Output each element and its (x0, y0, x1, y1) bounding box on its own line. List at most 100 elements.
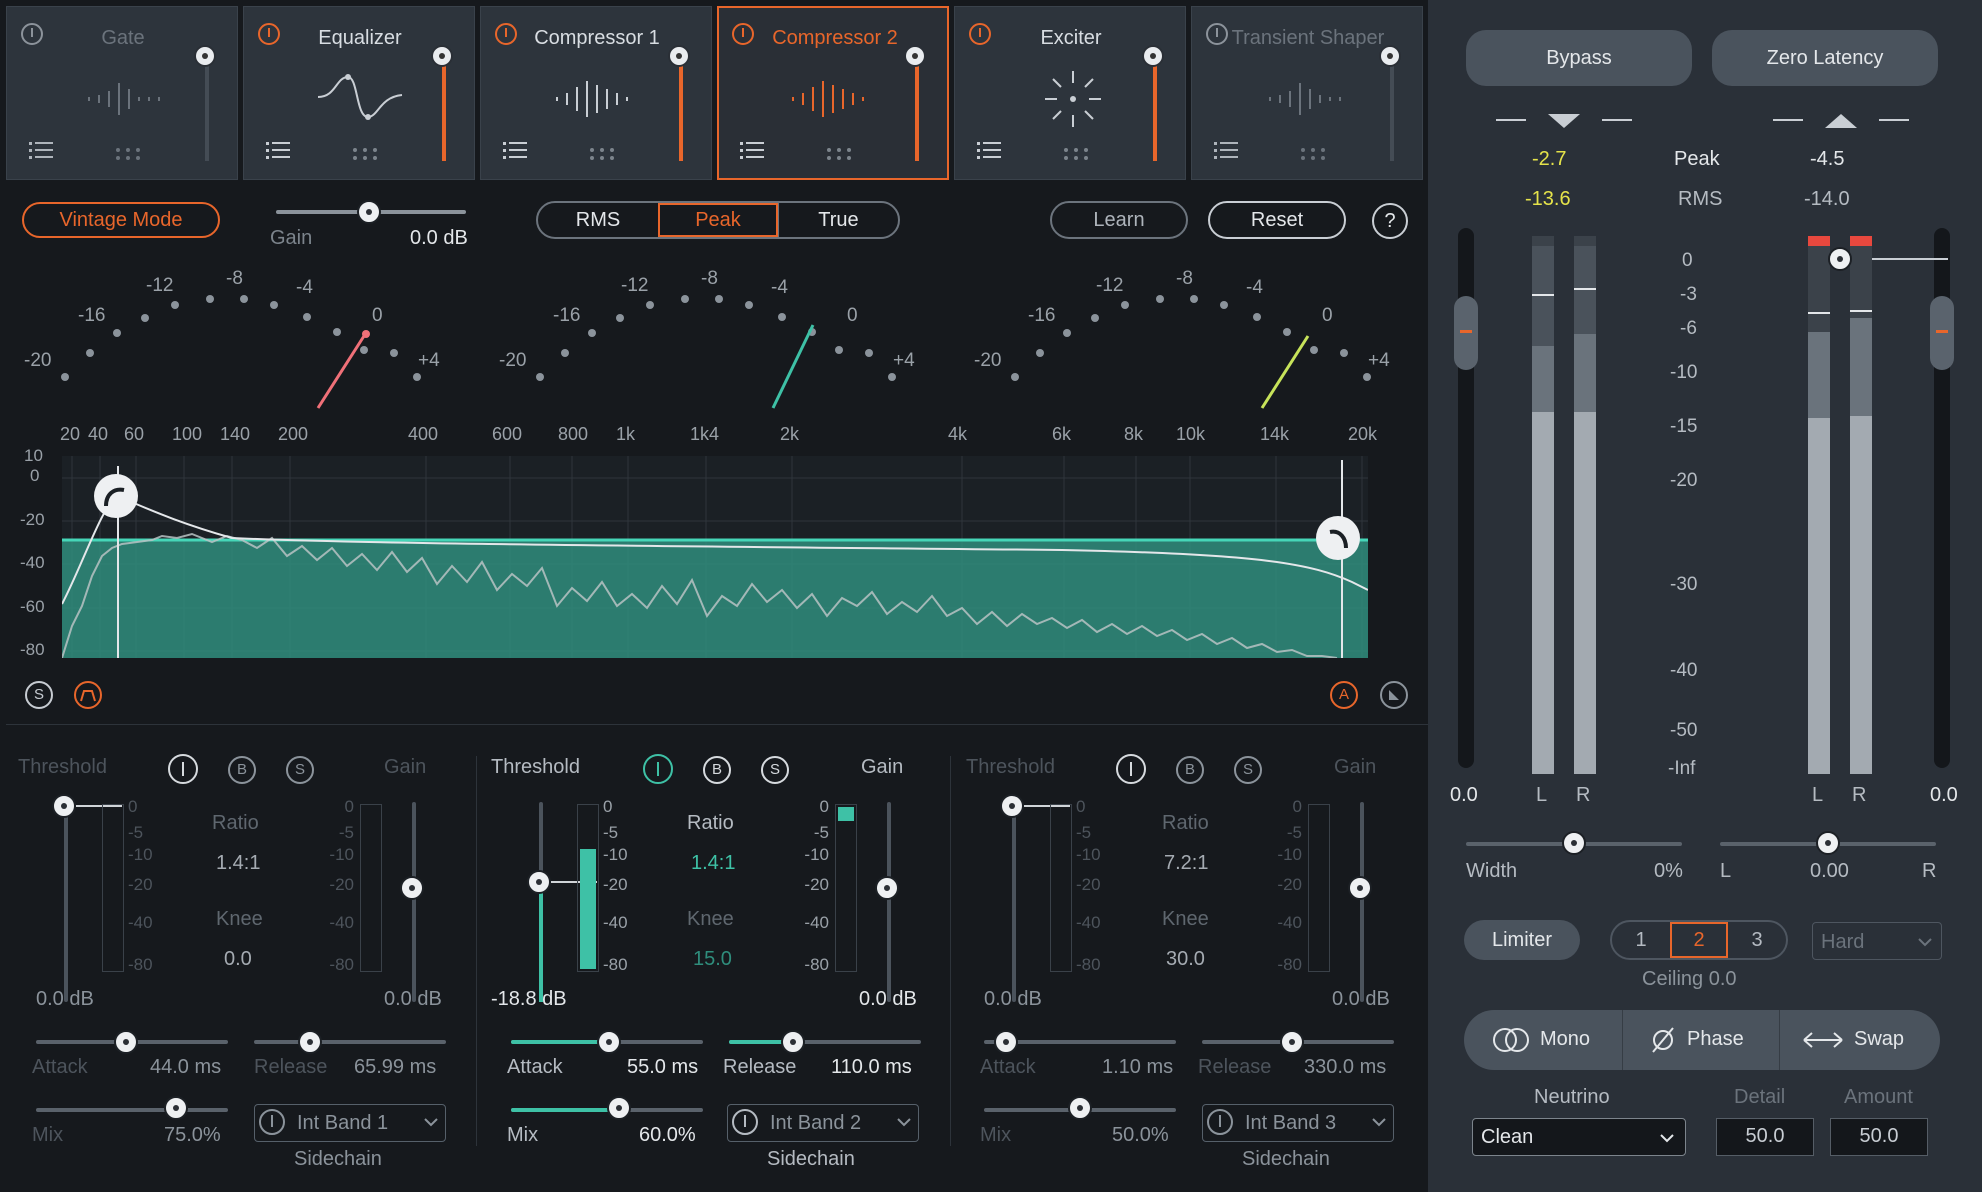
module-compressor-1[interactable]: Compressor 1 (480, 6, 712, 180)
limiter-button[interactable]: Limiter (1464, 920, 1580, 960)
makeup-gain-slider[interactable] (412, 802, 416, 1002)
band-bypass-button[interactable]: B (1176, 756, 1204, 784)
mix-knob[interactable] (1068, 1096, 1092, 1120)
learn-button[interactable]: Learn (1050, 201, 1188, 239)
threshold-knob[interactable] (527, 870, 551, 894)
threshold-slider[interactable] (64, 802, 68, 1002)
limiter-knee-dropdown[interactable]: Hard (1812, 922, 1942, 960)
ceiling-knob[interactable] (1828, 247, 1852, 271)
makeup-gain-knob[interactable] (1348, 876, 1372, 900)
module-equalizer[interactable]: Equalizer (243, 6, 475, 180)
slider-knob[interactable] (194, 45, 216, 67)
swap-button[interactable]: Swap (1780, 1010, 1940, 1070)
release-knob[interactable] (1280, 1030, 1304, 1054)
input-gain-handle[interactable] (1454, 296, 1478, 370)
band-bypass-button[interactable]: B (703, 756, 731, 784)
true-peak-button[interactable]: True (778, 203, 898, 237)
help-button[interactable]: ? (1372, 203, 1408, 239)
release-knob[interactable] (781, 1030, 805, 1054)
vintage-mode-button[interactable]: Vintage Mode (22, 202, 220, 238)
threshold-knob[interactable] (1000, 794, 1024, 818)
output-gain-fader[interactable] (1930, 228, 1954, 768)
mix-knob[interactable] (607, 1096, 631, 1120)
slider-knob[interactable] (1142, 45, 1164, 67)
spectrum-settings-icon[interactable] (1380, 681, 1408, 709)
drag-handle-icon[interactable] (589, 147, 619, 161)
mono-button[interactable]: Mono (1464, 1010, 1623, 1070)
band-power-icon[interactable] (643, 754, 673, 784)
auto-button[interactable]: A (1330, 681, 1358, 709)
input-gain-fader[interactable] (1454, 228, 1478, 768)
attack-knob[interactable] (597, 1030, 621, 1054)
phase-button[interactable]: Phase (1623, 1010, 1780, 1070)
knee-value[interactable]: 15.0 (693, 948, 732, 971)
mix-knob[interactable] (164, 1096, 188, 1120)
sidechain-power-icon[interactable] (1207, 1109, 1233, 1135)
module-mix-slider[interactable] (1142, 45, 1164, 161)
reset-button[interactable]: Reset (1208, 201, 1346, 239)
neutrino-dropdown[interactable]: Clean (1472, 1118, 1686, 1156)
sidechain-dropdown[interactable]: Int Band 1 (254, 1104, 446, 1142)
module-mix-slider[interactable] (194, 45, 216, 161)
output-expand-icon[interactable] (1773, 110, 1923, 132)
module-exciter[interactable]: Exciter (954, 6, 1186, 180)
preset-list-icon[interactable] (977, 141, 1001, 161)
slider-knob[interactable] (1379, 45, 1401, 67)
knee-value[interactable]: 0.0 (224, 948, 252, 971)
slider-knob[interactable] (668, 45, 690, 67)
release-slider[interactable] (729, 1040, 921, 1044)
solo-button[interactable]: S (25, 681, 53, 709)
preset-list-icon[interactable] (503, 141, 527, 161)
sidechain-dropdown[interactable]: Int Band 2 (727, 1104, 919, 1142)
sidechain-power-icon[interactable] (259, 1109, 285, 1135)
makeup-gain-knob[interactable] (875, 876, 899, 900)
makeup-gain-slider[interactable] (887, 802, 891, 1002)
preset-list-icon[interactable] (266, 141, 290, 161)
threshold-slider[interactable] (539, 802, 543, 1002)
drag-handle-icon[interactable] (352, 147, 382, 161)
mode-2-button[interactable]: 2 (1670, 922, 1728, 958)
band-bypass-button[interactable]: B (228, 756, 256, 784)
band-solo-button[interactable]: S (761, 756, 789, 784)
detail-input[interactable]: 50.0 (1716, 1118, 1814, 1156)
band-solo-button[interactable]: S (286, 756, 314, 784)
ratio-value[interactable]: 7.2:1 (1164, 852, 1208, 875)
band-power-icon[interactable] (168, 754, 198, 784)
mode-3-button[interactable]: 3 (1728, 922, 1786, 958)
drag-handle-icon[interactable] (1300, 147, 1330, 161)
slider-knob[interactable] (904, 45, 926, 67)
gain-slider-knob[interactable] (357, 200, 381, 224)
bandpass-filter-icon[interactable] (74, 681, 102, 709)
makeup-gain-slider[interactable] (1360, 802, 1364, 1002)
zero-latency-button[interactable]: Zero Latency (1712, 30, 1938, 86)
makeup-gain-knob[interactable] (400, 876, 424, 900)
ratio-value[interactable]: 1.4:1 (216, 852, 260, 875)
module-gate[interactable]: Gate (6, 6, 238, 180)
preset-list-icon[interactable] (1214, 141, 1238, 161)
input-collapse-icon[interactable] (1496, 110, 1646, 132)
band-solo-button[interactable]: S (1234, 756, 1262, 784)
module-compressor-2[interactable]: Compressor 2 (717, 6, 949, 180)
module-transient-shaper[interactable]: Transient Shaper (1191, 6, 1423, 180)
knee-value[interactable]: 30.0 (1166, 948, 1205, 971)
low-crossover-handle[interactable] (94, 474, 138, 518)
peak-button[interactable]: Peak (658, 203, 778, 237)
mode-1-button[interactable]: 1 (1612, 922, 1670, 958)
drag-handle-icon[interactable] (1063, 147, 1093, 161)
release-slider[interactable] (254, 1040, 446, 1044)
mix-slider[interactable] (36, 1108, 228, 1112)
threshold-knob[interactable] (52, 794, 76, 818)
sidechain-power-icon[interactable] (732, 1109, 758, 1135)
rms-button[interactable]: RMS (538, 203, 658, 237)
attack-knob[interactable] (114, 1030, 138, 1054)
width-knob[interactable] (1562, 831, 1586, 855)
drag-handle-icon[interactable] (115, 147, 145, 161)
high-crossover-handle[interactable] (1316, 516, 1360, 560)
band-power-icon[interactable] (1116, 754, 1146, 784)
bypass-button[interactable]: Bypass (1466, 30, 1692, 86)
module-mix-slider[interactable] (431, 45, 453, 161)
amount-input[interactable]: 50.0 (1830, 1118, 1928, 1156)
attack-knob[interactable] (994, 1030, 1018, 1054)
release-knob[interactable] (298, 1030, 322, 1054)
ratio-value[interactable]: 1.4:1 (691, 852, 735, 875)
